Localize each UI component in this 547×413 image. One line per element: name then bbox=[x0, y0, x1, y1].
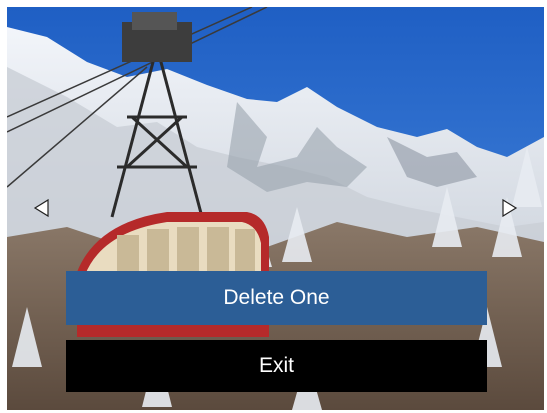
delete-one-label: Delete One bbox=[223, 286, 330, 309]
triangle-right-icon bbox=[502, 198, 518, 218]
triangle-left-icon bbox=[33, 198, 49, 218]
photo-viewer: Delete One Exit bbox=[7, 7, 544, 410]
exit-label: Exit bbox=[258, 354, 294, 377]
delete-one-button[interactable]: Delete One bbox=[66, 271, 487, 325]
exit-button[interactable]: Exit bbox=[66, 340, 487, 392]
next-image-button[interactable] bbox=[496, 195, 522, 221]
previous-image-button[interactable] bbox=[29, 195, 55, 221]
